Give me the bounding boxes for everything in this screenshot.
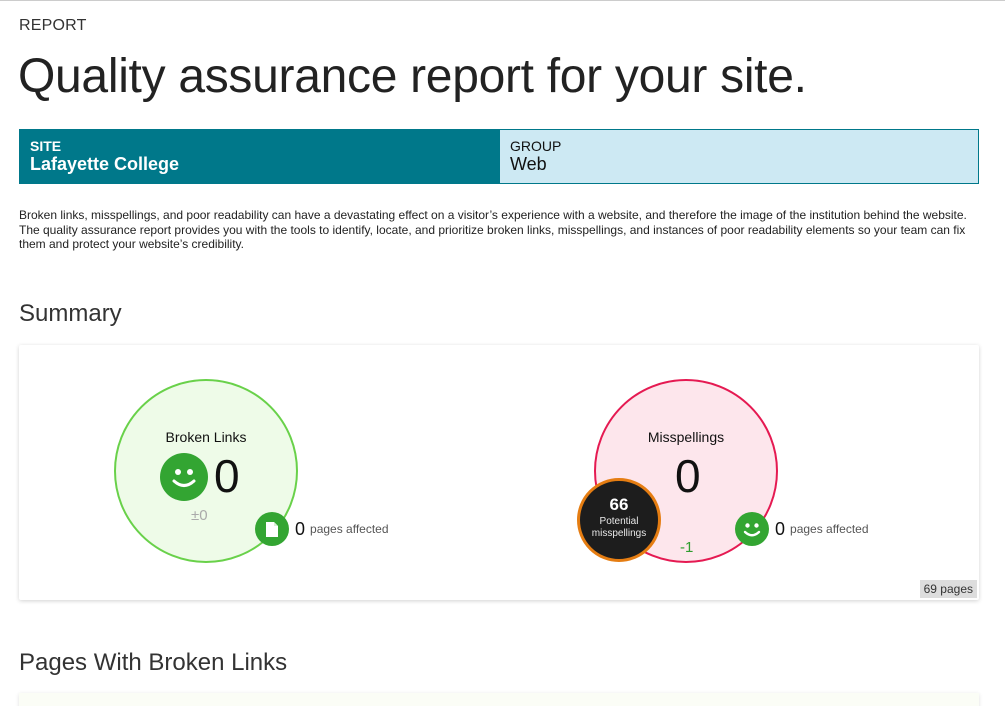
smiley-face-icon [160,453,208,501]
report-eyebrow: REPORT [19,17,87,34]
misspellings-label: Misspellings [647,429,725,445]
site-value: Lafayette College [30,154,180,174]
potential-misspellings-badge[interactable]: 66 Potential misspellings [577,478,661,562]
site-group-bar: SITE Lafayette College GROUP Web [19,129,979,184]
broken-links-card [19,693,979,706]
broken-links-delta: ±0 [191,507,208,524]
pages-count-badge: 69 pages [919,580,977,598]
misspellings-pages-affected-count: 0 [775,518,786,539]
misspellings-delta: -1 [680,539,694,556]
intro-paragraph: Broken links, misspellings, and poor rea… [19,208,967,251]
page-title: Quality assurance report for your site. [18,50,807,103]
group-value: Web [510,154,547,174]
misspellings-pages-affected[interactable]: 0 pages affected [735,512,869,546]
document-icon [255,512,289,546]
misspellings-count: 0 [675,450,701,502]
summary-card: Broken Links 0 ±0 0 pages affected Missp… [19,345,979,600]
group-panel: GROUP Web [500,129,979,184]
potential-misspellings-count: 66 [609,495,629,514]
broken-links-count: 0 [214,450,240,502]
broken-links-pages-affected-count: 0 [295,518,306,539]
summary-heading: Summary [19,300,122,327]
broken-links-heading: Pages With Broken Links [19,649,288,676]
group-label: GROUP [510,138,562,154]
report-page: REPORT Quality assurance report for your… [0,0,1005,706]
site-label: SITE [30,138,62,154]
smiley-face-icon [735,512,769,546]
misspellings-pages-affected-label: pages affected [790,522,869,536]
potential-misspellings-label: Potential misspellings [591,516,647,539]
broken-links-pages-affected[interactable]: 0 pages affected [255,512,389,546]
site-panel: SITE Lafayette College [19,129,500,184]
broken-links-pages-affected-label: pages affected [310,522,389,536]
broken-links-label: Broken Links [165,429,247,445]
